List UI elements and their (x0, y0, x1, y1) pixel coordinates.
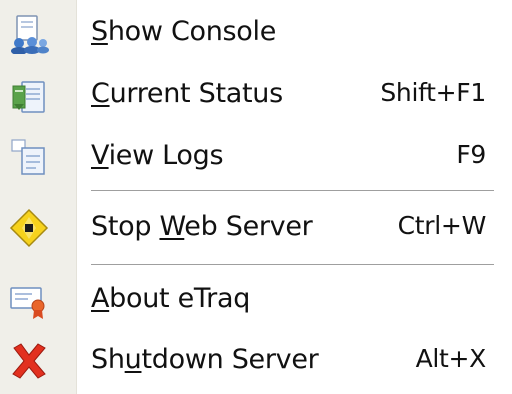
menu-item-shortcut: Alt+X (415, 344, 487, 373)
menu-item-shortcut: Ctrl+W (397, 211, 487, 240)
menu-item-label: Show Console (91, 16, 277, 47)
menu-item-label: View Logs (91, 140, 224, 171)
menu-item-show-console[interactable]: Show Console (0, 4, 512, 64)
stop-diamond-icon (8, 207, 50, 249)
status-document-icon (8, 74, 50, 116)
logs-document-icon (8, 136, 50, 178)
menu-item-shortcut: Shift+F1 (380, 78, 486, 107)
menu-item-shortcut: F9 (456, 140, 486, 169)
menu-item-view-logs[interactable]: View Logs F9 (0, 128, 512, 188)
menu-item-label: About eTraq (91, 283, 251, 314)
menu-item-about-etraq[interactable]: About eTraq (0, 271, 512, 331)
menu-item-shutdown-server[interactable]: Shutdown Server Alt+X (0, 332, 512, 392)
menu-item-label: Shutdown Server (91, 344, 319, 375)
menu-separator (91, 264, 494, 268)
menu-item-stop-web-server[interactable]: Stop Web Server Ctrl+W (0, 199, 512, 259)
menu-item-label: Current Status (91, 78, 283, 109)
menu-separator (91, 190, 494, 194)
shutdown-x-icon (8, 340, 50, 382)
about-certificate-icon (8, 279, 50, 321)
console-users-icon (8, 12, 50, 54)
menu-item-current-status[interactable]: Current Status Shift+F1 (0, 66, 512, 126)
menu-item-label: Stop Web Server (91, 211, 313, 242)
context-menu: Show Console Current Status Shift+F1 Vie… (0, 0, 512, 394)
